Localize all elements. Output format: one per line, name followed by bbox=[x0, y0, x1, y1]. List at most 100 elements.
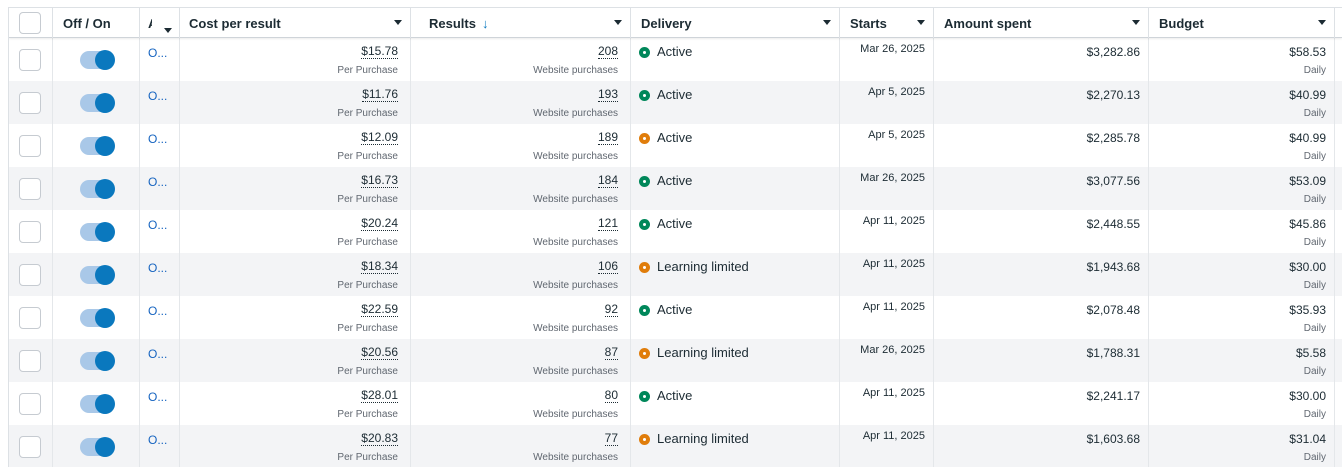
row-checkbox[interactable] bbox=[19, 436, 41, 458]
chevron-down-icon[interactable] bbox=[917, 20, 925, 25]
ad-name-link[interactable]: O... bbox=[148, 132, 167, 146]
on-off-toggle[interactable] bbox=[80, 265, 115, 285]
table-row[interactable]: O... $18.34 Per Purchase 106 Website purchas… bbox=[9, 253, 1342, 296]
cost-sublabel: Per Purchase bbox=[337, 237, 398, 248]
chevron-down-icon[interactable] bbox=[164, 28, 172, 33]
header-results[interactable]: Results ↓ bbox=[411, 8, 631, 38]
table-row[interactable]: O... $11.76 Per Purchase 193 Website purchas… bbox=[9, 81, 1342, 124]
ad-name-link[interactable]: O... bbox=[148, 433, 167, 447]
select-all-checkbox[interactable] bbox=[19, 12, 41, 34]
chevron-down-icon[interactable] bbox=[1132, 20, 1140, 25]
budget-value[interactable]: $5.58 bbox=[1296, 346, 1326, 360]
cost-value[interactable]: $12.09 bbox=[361, 131, 398, 145]
results-cell: 208 Website purchases bbox=[411, 38, 631, 81]
header-amount-spent[interactable]: Amount spent bbox=[934, 8, 1149, 38]
on-off-toggle[interactable] bbox=[80, 136, 115, 156]
results-value[interactable]: 193 bbox=[597, 88, 618, 102]
chevron-down-icon[interactable] bbox=[823, 20, 831, 25]
budget-value[interactable]: $53.09 bbox=[1289, 174, 1326, 188]
cost-value[interactable]: $15.78 bbox=[361, 45, 398, 59]
cost-value[interactable]: $11.76 bbox=[362, 88, 398, 102]
toggle-knob bbox=[95, 308, 115, 328]
on-off-toggle[interactable] bbox=[80, 222, 115, 242]
row-checkbox[interactable] bbox=[19, 92, 41, 114]
results-value[interactable]: 80 bbox=[604, 389, 618, 403]
results-cell: 121 Website purchases bbox=[411, 210, 631, 253]
budget-value[interactable]: $30.00 bbox=[1289, 389, 1326, 403]
on-off-toggle[interactable] bbox=[80, 93, 115, 113]
results-value[interactable]: 77 bbox=[604, 432, 618, 446]
cost-value[interactable]: $16.73 bbox=[361, 174, 398, 188]
row-checkbox[interactable] bbox=[19, 307, 41, 329]
table-row[interactable]: O... $12.09 Per Purchase 189 Website purchas… bbox=[9, 124, 1342, 167]
results-value[interactable]: 208 bbox=[597, 45, 618, 59]
on-off-toggle[interactable] bbox=[80, 437, 115, 457]
budget-value[interactable]: $35.93 bbox=[1289, 303, 1326, 317]
table-row[interactable]: O... $15.78 Per Purchase 208 Website purchas… bbox=[9, 38, 1342, 81]
on-off-toggle[interactable] bbox=[80, 394, 115, 414]
header-delivery[interactable]: Delivery bbox=[631, 8, 840, 38]
on-off-toggle[interactable] bbox=[80, 308, 115, 328]
on-off-toggle[interactable] bbox=[80, 351, 115, 371]
results-value[interactable]: 87 bbox=[604, 346, 618, 360]
budget-value[interactable]: $40.99 bbox=[1289, 131, 1326, 145]
budget-value[interactable]: $30.00 bbox=[1289, 260, 1326, 274]
header-budget[interactable]: Budget bbox=[1149, 8, 1335, 38]
results-value[interactable]: 92 bbox=[604, 303, 618, 317]
row-checkbox[interactable] bbox=[19, 350, 41, 372]
delivery-cell: Active bbox=[631, 38, 840, 81]
ad-name-link[interactable]: O... bbox=[148, 304, 167, 318]
cost-value[interactable]: $28.01 bbox=[361, 389, 398, 403]
row-checkbox[interactable] bbox=[19, 221, 41, 243]
table-row[interactable]: O... $20.24 Per Purchase 121 Website purchas… bbox=[9, 210, 1342, 253]
ad-name-link[interactable]: O... bbox=[148, 347, 167, 361]
cost-value[interactable]: $20.83 bbox=[361, 432, 398, 446]
ad-name-link[interactable]: O... bbox=[148, 175, 167, 189]
results-value[interactable]: 121 bbox=[597, 217, 618, 231]
row-checkbox[interactable] bbox=[19, 49, 41, 71]
budget-value[interactable]: $31.04 bbox=[1289, 432, 1326, 446]
start-date: Apr 11, 2025 bbox=[862, 258, 925, 270]
toggle-cell bbox=[53, 210, 140, 253]
budget-value[interactable]: $58.53 bbox=[1289, 45, 1326, 59]
select-cell bbox=[9, 339, 53, 382]
delivery-status-label: Active bbox=[657, 302, 693, 317]
results-value[interactable]: 106 bbox=[597, 260, 618, 274]
budget-value[interactable]: $40.99 bbox=[1289, 88, 1326, 102]
table-row[interactable]: O... $20.83 Per Purchase 77 Website purchase… bbox=[9, 425, 1342, 467]
table-row[interactable]: O... $20.56 Per Purchase 87 Website purchase… bbox=[9, 339, 1342, 382]
table-row[interactable]: O... $22.59 Per Purchase 92 Website purchase… bbox=[9, 296, 1342, 339]
ad-name-link[interactable]: O... bbox=[148, 261, 167, 275]
on-off-toggle[interactable] bbox=[80, 50, 115, 70]
ad-name-link[interactable]: O... bbox=[148, 390, 167, 404]
row-checkbox[interactable] bbox=[19, 264, 41, 286]
cost-value[interactable]: $22.59 bbox=[361, 303, 398, 317]
results-value[interactable]: 184 bbox=[597, 174, 618, 188]
name-cell: O... bbox=[140, 339, 180, 382]
table-row[interactable]: O... $16.73 Per Purchase 184 Website purchas… bbox=[9, 167, 1342, 210]
chevron-down-icon[interactable] bbox=[1318, 20, 1326, 25]
chevron-down-icon[interactable] bbox=[614, 20, 622, 25]
arrow-down-icon[interactable]: ↓ bbox=[482, 16, 489, 31]
delivery-status-dot bbox=[639, 348, 650, 359]
cost-value[interactable]: $18.34 bbox=[361, 260, 398, 274]
ad-name-link[interactable]: O... bbox=[148, 46, 167, 60]
header-name-truncated[interactable]: A bbox=[140, 8, 180, 38]
ad-name-link[interactable]: O... bbox=[148, 218, 167, 232]
header-starts[interactable]: Starts bbox=[840, 8, 934, 38]
table-row[interactable]: O... $28.01 Per Purchase 80 Website purchase… bbox=[9, 382, 1342, 425]
header-off-on[interactable]: Off / On bbox=[53, 8, 140, 38]
cost-value[interactable]: $20.24 bbox=[361, 217, 398, 231]
delivery-status-label: Active bbox=[657, 173, 693, 188]
budget-value[interactable]: $45.86 bbox=[1289, 217, 1326, 231]
chevron-down-icon[interactable] bbox=[394, 20, 402, 25]
delivery-status-label: Learning limited bbox=[657, 431, 749, 446]
results-value[interactable]: 189 bbox=[597, 131, 618, 145]
row-checkbox[interactable] bbox=[19, 178, 41, 200]
row-checkbox[interactable] bbox=[19, 135, 41, 157]
ad-name-link[interactable]: O... bbox=[148, 89, 167, 103]
on-off-toggle[interactable] bbox=[80, 179, 115, 199]
cost-value[interactable]: $20.56 bbox=[361, 346, 398, 360]
row-checkbox[interactable] bbox=[19, 393, 41, 415]
header-cost-per-result[interactable]: Cost per result bbox=[180, 8, 411, 38]
